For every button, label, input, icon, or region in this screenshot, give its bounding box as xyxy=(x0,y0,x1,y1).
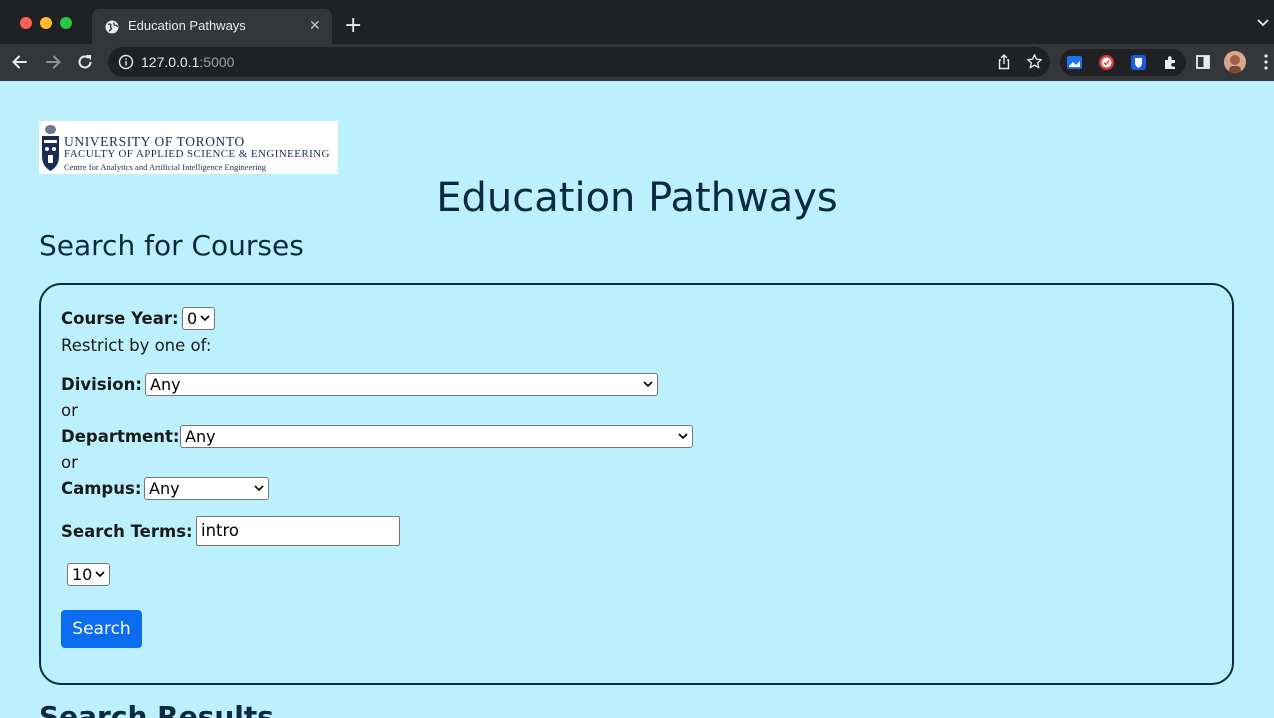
extension-shield-icon[interactable] xyxy=(1130,54,1147,71)
campus-select[interactable]: Any xyxy=(144,477,269,500)
window-minimize-button[interactable] xyxy=(40,17,52,29)
browser-tab-bar: Education Pathways ✕ + xyxy=(0,0,1274,44)
chevron-down-icon xyxy=(643,381,653,388)
results-count-select[interactable]: 10 xyxy=(67,563,110,586)
extension-blue-square-icon[interactable] xyxy=(1066,54,1083,71)
extension-red-circle-icon[interactable] xyxy=(1098,54,1115,71)
tab-close-icon[interactable]: ✕ xyxy=(309,17,321,35)
site-title: Education Pathways xyxy=(436,175,838,221)
logo-faculty-text: FACULTY OF APPLIED SCIENCE & ENGINEERING xyxy=(64,148,330,160)
tab-search-chevron-icon[interactable] xyxy=(1256,18,1270,28)
info-icon[interactable] xyxy=(118,54,134,70)
tab-title: Education Pathways xyxy=(128,18,246,33)
reload-icon[interactable] xyxy=(75,52,95,72)
restrict-text: Restrict by one of: xyxy=(61,336,212,355)
search-form: Course Year: 0 Restrict by one of: Divis… xyxy=(39,283,1234,685)
division-select[interactable]: Any xyxy=(145,373,658,396)
avatar-face-icon xyxy=(1224,51,1246,73)
extensions-group xyxy=(1060,49,1186,76)
url-port: :5000 xyxy=(199,54,235,70)
chevron-down-icon xyxy=(678,433,688,440)
search-button[interactable]: Search xyxy=(61,610,142,648)
window-close-button[interactable] xyxy=(20,17,32,29)
search-terms-value: intro xyxy=(201,521,240,540)
search-results-title: Search Results xyxy=(39,700,274,718)
chevron-down-icon xyxy=(254,485,264,492)
results-count-value: 10 xyxy=(72,565,93,584)
chevron-down-icon xyxy=(200,315,210,322)
profile-avatar[interactable] xyxy=(1224,51,1246,73)
bookmark-star-icon[interactable] xyxy=(1026,53,1043,70)
tab-education-pathways[interactable]: Education Pathways ✕ xyxy=(92,9,332,44)
campus-value: Any xyxy=(149,479,180,498)
division-value: Any xyxy=(150,375,181,394)
department-label: Department: xyxy=(61,427,180,446)
forward-icon[interactable] xyxy=(43,52,63,72)
share-icon[interactable] xyxy=(996,54,1012,70)
back-icon[interactable] xyxy=(10,52,30,72)
crest-icon xyxy=(42,125,59,171)
or-text: or xyxy=(61,401,78,420)
window-maximize-button[interactable] xyxy=(60,17,72,29)
section-title: Search for Courses xyxy=(39,229,304,262)
course-year-value: 0 xyxy=(187,309,198,328)
chevron-down-icon xyxy=(95,571,105,578)
url-text[interactable]: 127.0.0.1:5000 xyxy=(141,54,234,70)
division-label: Division: xyxy=(61,375,142,394)
page-content: UNIVERSITY OF TORONTO FACULTY OF APPLIED… xyxy=(0,81,1274,718)
puzzle-extensions-icon[interactable] xyxy=(1162,54,1179,71)
browser-toolbar: 127.0.0.1:5000 xyxy=(0,44,1274,81)
new-tab-icon[interactable]: + xyxy=(344,15,362,37)
department-select[interactable]: Any xyxy=(180,425,693,448)
search-terms-input[interactable]: intro xyxy=(196,516,400,546)
course-year-label: Course Year: xyxy=(61,309,179,328)
course-year-select[interactable]: 0 xyxy=(182,307,215,330)
search-terms-label: Search Terms: xyxy=(61,522,193,541)
department-value: Any xyxy=(185,427,216,446)
address-bar[interactable]: 127.0.0.1:5000 xyxy=(108,47,1050,77)
or-text: or xyxy=(61,453,78,472)
campus-label: Campus: xyxy=(61,479,142,498)
logo-centre-text: Centre for Analytics and Artificial Inte… xyxy=(64,162,267,172)
uoft-logo: UNIVERSITY OF TORONTO FACULTY OF APPLIED… xyxy=(39,121,338,174)
url-host: 127.0.0.1 xyxy=(141,54,200,70)
globe-icon xyxy=(105,20,119,34)
side-panel-icon[interactable] xyxy=(1196,55,1210,69)
menu-dots-icon[interactable] xyxy=(1264,54,1268,70)
